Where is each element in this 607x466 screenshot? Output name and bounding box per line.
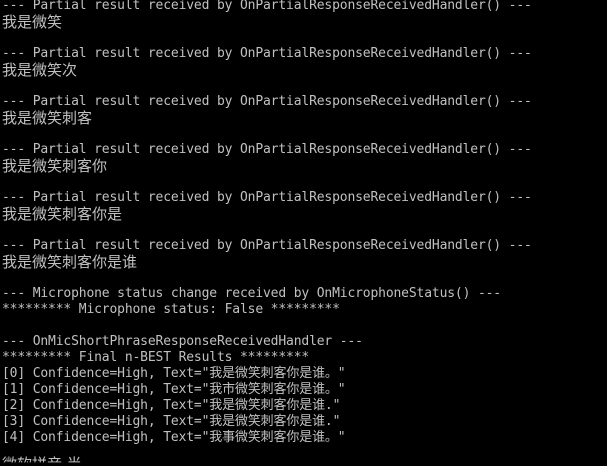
- partial-result-text: 我是微笑: [2, 13, 63, 31]
- partial-result-header: --- Partial result received by OnPartial…: [2, 238, 532, 253]
- partial-result-header: --- Partial result received by OnPartial…: [2, 0, 532, 13]
- console-window[interactable]: --- Partial result received by OnPartial…: [0, 0, 607, 466]
- nbest-result-line: [0] Confidence=High, Text="我是微笑刺客你是谁。": [2, 366, 346, 381]
- partial-result-text: 我是微笑刺客: [2, 109, 93, 127]
- nbest-result-line: [4] Confidence=High, Text="我事微笑刺客你是谁。": [2, 430, 346, 445]
- microphone-status-line: ********* Microphone status: False *****…: [2, 302, 340, 317]
- nbest-result-line: [3] Confidence=High, Text="我是微笑刺客你是谁.": [2, 414, 341, 429]
- partial-result-header: --- Partial result received by OnPartial…: [2, 46, 532, 61]
- partial-result-header: --- Partial result received by OnPartial…: [2, 142, 532, 157]
- partial-result-text: 我是微笑次: [2, 61, 78, 79]
- partial-result-header: --- Partial result received by OnPartial…: [2, 190, 532, 205]
- ime-status-bar: 微软拼音 半: [2, 455, 82, 466]
- nbest-result-line: [2] Confidence=High, Text="我是微笑刺客你是谁.": [2, 398, 341, 413]
- final-result-header: --- OnMicShortPhraseResponseReceivedHand…: [2, 334, 363, 349]
- partial-result-text: 我是微笑刺客你是谁: [2, 253, 138, 271]
- microphone-status-header: --- Microphone status change received by…: [2, 286, 501, 301]
- final-nbest-title: ********* Final n-BEST Results *********: [2, 350, 310, 365]
- partial-result-header: --- Partial result received by OnPartial…: [2, 94, 532, 109]
- partial-result-text: 我是微笑刺客你: [2, 157, 108, 175]
- partial-result-text: 我是微笑刺客你是: [2, 205, 123, 223]
- nbest-result-line: [1] Confidence=High, Text="我市微笑刺客你是谁。": [2, 382, 346, 397]
